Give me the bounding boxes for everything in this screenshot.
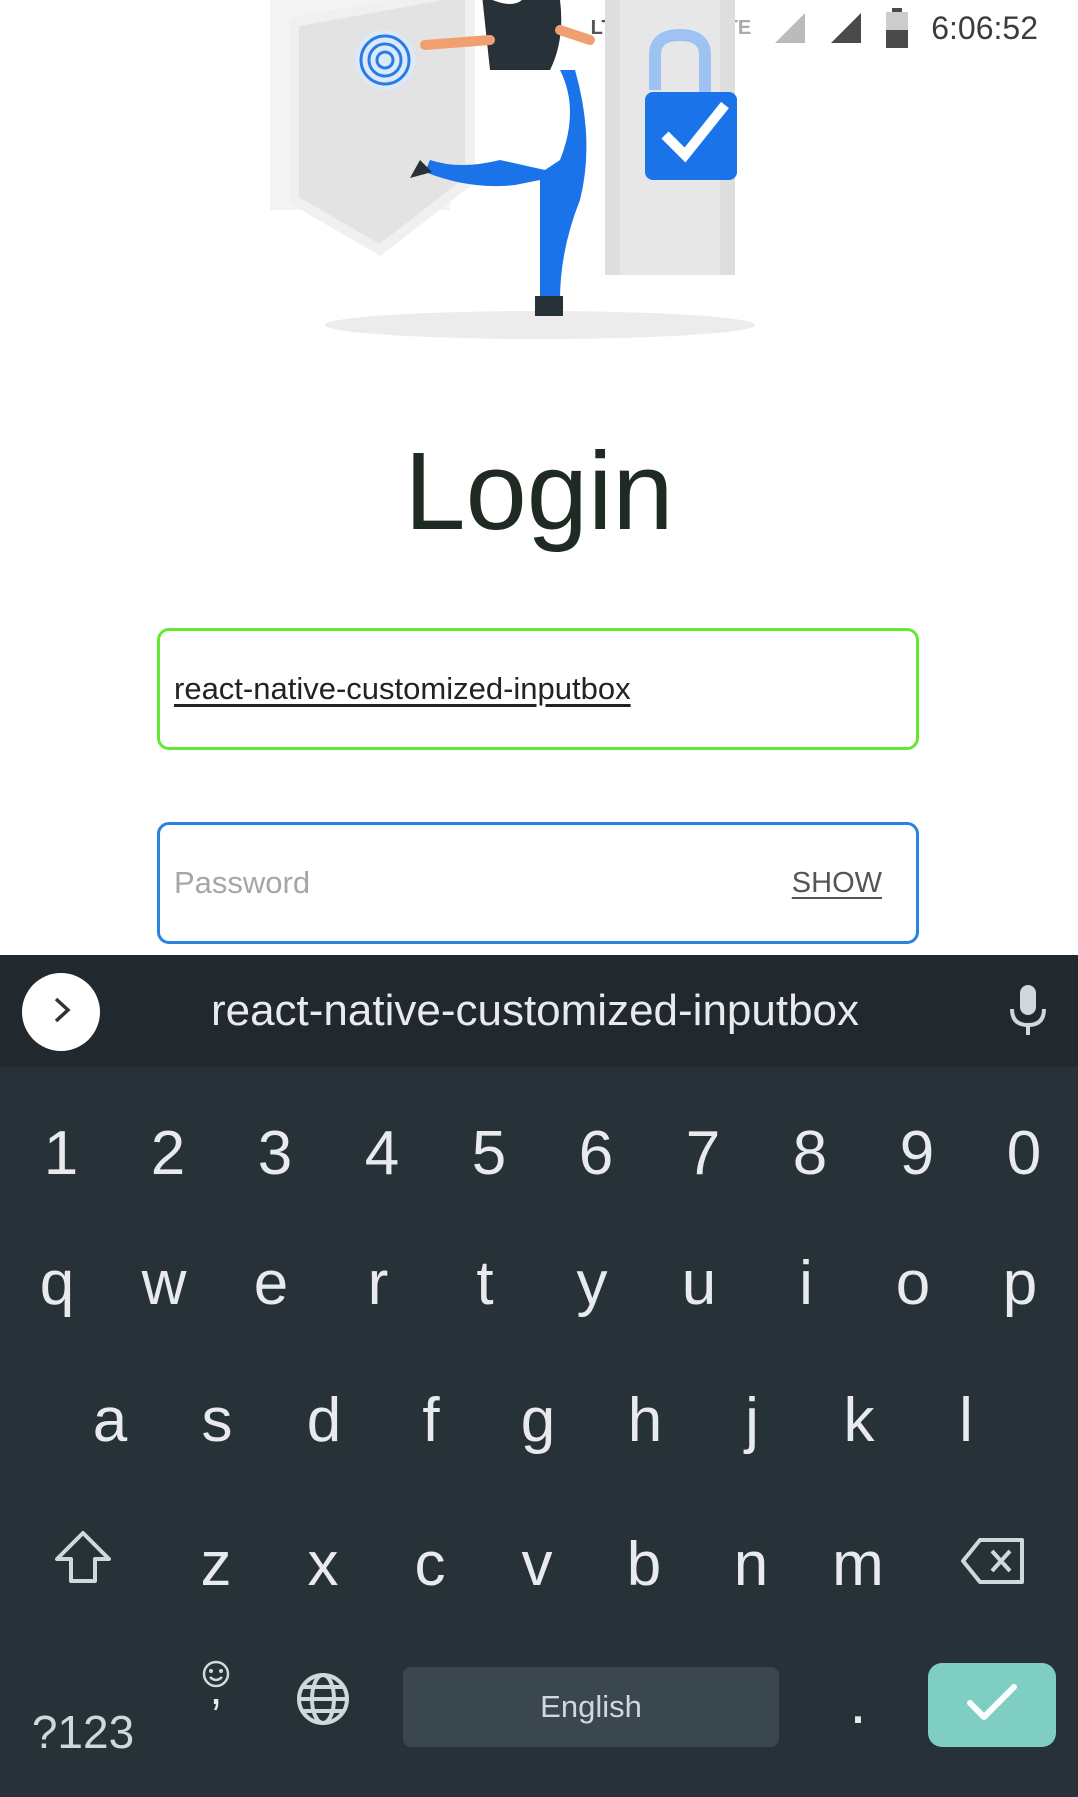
letter-row-3: zxcvbnm: [0, 1499, 1078, 1629]
chevron-right-icon: [46, 995, 76, 1030]
letter-key-p[interactable]: p: [967, 1218, 1073, 1348]
letter-key-k[interactable]: k: [806, 1355, 912, 1485]
letter-key-l[interactable]: l: [913, 1355, 1019, 1485]
letter-row-1: qwertyuiop: [0, 1218, 1078, 1348]
letter-key-x[interactable]: x: [270, 1499, 376, 1629]
letter-key-g[interactable]: g: [485, 1355, 591, 1485]
letter-key-r[interactable]: r: [325, 1218, 431, 1348]
comma-label: ,: [209, 1662, 223, 1714]
period-key[interactable]: .: [805, 1667, 911, 1797]
letter-key-o[interactable]: o: [860, 1218, 966, 1348]
check-icon: [966, 1683, 1018, 1728]
number-key-4[interactable]: 4: [329, 1088, 435, 1218]
letter-key-y[interactable]: y: [539, 1218, 645, 1348]
number-key-5[interactable]: 5: [436, 1088, 542, 1218]
letter-row-2: asdfghjkl: [0, 1355, 1078, 1485]
bottom-row: ?123 , English .: [0, 1660, 1078, 1797]
security-illustration: [260, 0, 820, 350]
letter-key-t[interactable]: t: [432, 1218, 538, 1348]
letter-key-q[interactable]: q: [4, 1218, 110, 1348]
comma-key[interactable]: ,: [163, 1660, 269, 1797]
shift-key[interactable]: [30, 1499, 136, 1629]
letter-key-c[interactable]: c: [377, 1499, 483, 1629]
letter-key-h[interactable]: h: [592, 1355, 698, 1485]
username-value: react-native-customized-inputbox: [174, 671, 631, 706]
battery-icon: [885, 8, 909, 48]
expand-toolbar-button[interactable]: [22, 973, 100, 1051]
letter-key-i[interactable]: i: [753, 1218, 859, 1348]
username-input[interactable]: react-native-customized-inputbox: [157, 628, 919, 750]
backspace-key[interactable]: [940, 1499, 1046, 1629]
clock: 6:06:52: [931, 9, 1038, 46]
number-key-1[interactable]: 1: [8, 1088, 114, 1218]
letter-key-w[interactable]: w: [111, 1218, 217, 1348]
number-key-3[interactable]: 3: [222, 1088, 328, 1218]
number-row: 1234567890: [0, 1088, 1078, 1218]
letter-key-a[interactable]: a: [57, 1355, 163, 1485]
suggestion-bar: react-native-customized-inputbox: [0, 955, 1078, 1067]
number-key-7[interactable]: 7: [650, 1088, 756, 1218]
space-key[interactable]: English: [403, 1667, 779, 1747]
number-key-2[interactable]: 2: [115, 1088, 221, 1218]
number-key-6[interactable]: 6: [543, 1088, 649, 1218]
password-placeholder: Password: [174, 865, 311, 900]
show-password-button[interactable]: SHOW: [792, 867, 882, 900]
soft-keyboard: react-native-customized-inputbox 1234567…: [0, 955, 1078, 1797]
letter-key-f[interactable]: f: [378, 1355, 484, 1485]
letter-key-z[interactable]: z: [163, 1499, 269, 1629]
mic-icon[interactable]: [1008, 985, 1048, 1042]
page-title: Login: [404, 430, 674, 553]
suggestion-chip[interactable]: react-native-customized-inputbox: [130, 955, 940, 1067]
letter-key-n[interactable]: n: [698, 1499, 804, 1629]
letter-key-b[interactable]: b: [591, 1499, 697, 1629]
letter-key-m[interactable]: m: [805, 1499, 911, 1629]
shift-icon: [53, 1529, 113, 1600]
number-key-0[interactable]: 0: [971, 1088, 1077, 1218]
letter-key-u[interactable]: u: [646, 1218, 752, 1348]
password-input[interactable]: Password SHOW: [157, 822, 919, 944]
symbols-key[interactable]: ?123: [30, 1667, 136, 1797]
letter-key-v[interactable]: v: [484, 1499, 590, 1629]
backspace-icon: [960, 1529, 1026, 1600]
letter-key-e[interactable]: e: [218, 1218, 324, 1348]
language-key[interactable]: [270, 1667, 376, 1797]
number-key-8[interactable]: 8: [757, 1088, 863, 1218]
signal-icon: [829, 11, 863, 45]
letter-key-d[interactable]: d: [271, 1355, 377, 1485]
enter-key[interactable]: [928, 1663, 1056, 1747]
number-key-9[interactable]: 9: [864, 1088, 970, 1218]
letter-key-j[interactable]: j: [699, 1355, 805, 1485]
globe-icon: [295, 1671, 351, 1742]
letter-key-s[interactable]: s: [164, 1355, 270, 1485]
